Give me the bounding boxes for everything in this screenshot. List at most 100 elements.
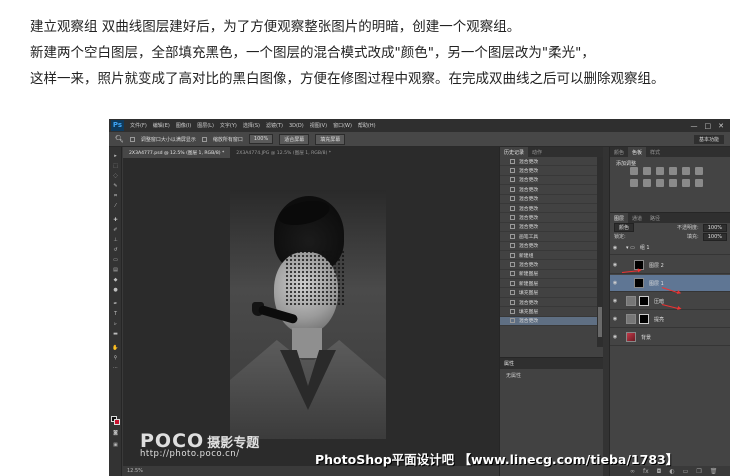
tab-styles[interactable]: 样式 (646, 147, 664, 157)
menu-type[interactable]: 文字(Y) (220, 122, 237, 129)
history-item[interactable]: 新建组 (500, 251, 597, 261)
visibility-eye-icon[interactable]: ◉ (610, 298, 620, 304)
eraser-tool-icon[interactable]: ▭ (112, 257, 119, 263)
history-item[interactable]: 混合更改 (500, 204, 597, 214)
quick-select-tool-icon[interactable]: ✎ (112, 183, 119, 189)
pen-tool-icon[interactable]: ✒ (112, 301, 119, 307)
trash-icon[interactable]: 🗑︎ (710, 468, 718, 475)
history-item[interactable]: 混合更改 (500, 176, 597, 186)
hue-icon[interactable] (695, 167, 703, 175)
zoom-all-checkbox[interactable] (201, 136, 207, 142)
opacity-input[interactable]: 100% (702, 223, 727, 232)
minimize-icon[interactable]: — (691, 122, 698, 130)
visibility-eye-icon[interactable]: ◉ (610, 334, 620, 340)
levels-icon[interactable] (643, 167, 651, 175)
history-item[interactable]: 混合更改 (500, 157, 597, 167)
layer-row[interactable]: ◉ 压暗 (610, 293, 730, 310)
menu-file[interactable]: 文件(F) (130, 122, 147, 129)
mask-icon[interactable]: ◘ (657, 468, 662, 475)
tab-history[interactable]: 历史记录 (500, 147, 529, 157)
shape-tool-icon[interactable]: ▬ (112, 331, 119, 337)
menu-edit[interactable]: 编辑(E) (153, 122, 170, 129)
menu-filter[interactable]: 滤镜(T) (266, 122, 283, 129)
history-item[interactable]: 混合更改 (500, 298, 597, 308)
actual-pixels-button[interactable]: 100% (248, 134, 274, 144)
menu-view[interactable]: 视图(V) (310, 122, 327, 129)
healing-tool-icon[interactable]: ✚ (112, 217, 119, 223)
menu-select[interactable]: 选择(S) (243, 122, 260, 129)
brush-tool-icon[interactable]: ✐ (112, 227, 119, 233)
tab-paths[interactable]: 路径 (646, 213, 664, 223)
color-swatches[interactable] (111, 416, 120, 425)
menu-help[interactable]: 帮助(H) (358, 122, 376, 129)
type-tool-icon[interactable]: T (112, 311, 119, 317)
tab-swatches[interactable]: 色板 (628, 147, 647, 157)
background-color-swatch[interactable] (114, 419, 120, 425)
history-item[interactable]: 混合更改 (500, 242, 597, 251)
menu-window[interactable]: 窗口(W) (333, 122, 352, 129)
black-white-icon[interactable] (643, 179, 651, 187)
close-icon[interactable]: ✕ (718, 122, 724, 130)
visibility-eye-icon[interactable]: ◉ (610, 316, 620, 322)
fill-input[interactable]: 100% (702, 232, 727, 241)
tab-channels[interactable]: 通道 (628, 213, 646, 223)
maximize-icon[interactable]: □ (705, 122, 712, 130)
stamp-tool-icon[interactable]: ⊥ (112, 237, 119, 243)
layer-row[interactable]: ◉ 背景 (610, 329, 730, 346)
blur-tool-icon[interactable]: ◆ (112, 277, 119, 283)
adjustment-layer-icon[interactable]: ◐ (669, 468, 674, 475)
fill-screen-button[interactable]: 填充屏幕 (315, 133, 346, 145)
canvas-area[interactable] (123, 158, 499, 476)
color-lookup-icon[interactable] (682, 179, 690, 187)
group-folder-icon[interactable]: ▾ ▭ (626, 245, 635, 251)
path-select-tool-icon[interactable]: ▹ (112, 321, 119, 327)
zoom-icon[interactable]: ⚲ (112, 355, 119, 361)
history-scroll-thumb[interactable] (598, 307, 602, 337)
history-item[interactable]: 混合更改 (500, 213, 597, 223)
hand-tool-icon[interactable]: ✋ (112, 345, 119, 351)
fx-icon[interactable]: fx (643, 468, 649, 475)
more-tools-icon[interactable]: ⋯ (112, 365, 119, 371)
menu-3d[interactable]: 3D(D) (289, 123, 304, 129)
move-tool-icon[interactable]: ▸ (112, 153, 119, 159)
blend-mode-select[interactable]: 颜色 (614, 223, 635, 232)
channel-mixer-icon[interactable] (669, 179, 677, 187)
history-item[interactable]: 画笔工具 (500, 232, 597, 242)
history-item[interactable]: 填充图层 (500, 307, 597, 317)
marquee-tool-icon[interactable]: ⬚ (112, 163, 119, 169)
history-item[interactable]: 新建图层 (500, 270, 597, 280)
color-balance-icon[interactable] (630, 179, 638, 187)
layer-mask-thumbnail[interactable] (639, 296, 649, 306)
quick-mask-icon[interactable]: ◙ (112, 430, 119, 436)
lasso-tool-icon[interactable]: ◌ (112, 173, 119, 179)
screen-mode-icon[interactable]: ▣ (112, 442, 119, 448)
fit-window-checkbox[interactable] (129, 136, 135, 142)
menu-image[interactable]: 图像(I) (176, 122, 191, 129)
link-icon[interactable]: ∞ (630, 468, 635, 475)
tab-document-1[interactable]: 2X3A4777.psd @ 12.5% (图层 1, RGB/8) * (123, 147, 231, 158)
new-layer-icon[interactable]: ❐ (696, 468, 701, 475)
menu-layer[interactable]: 图层(L) (197, 122, 214, 129)
history-item[interactable]: 混合更改 (500, 195, 597, 204)
visibility-eye-icon[interactable]: ◉ (610, 280, 620, 286)
tab-layers[interactable]: 图层 (610, 213, 629, 223)
invert-icon[interactable] (695, 179, 703, 187)
tab-actions[interactable]: 动作 (528, 147, 546, 157)
visibility-eye-icon[interactable]: ◉ (610, 262, 620, 268)
curves-icon[interactable] (656, 167, 664, 175)
gradient-tool-icon[interactable]: ▤ (112, 267, 119, 273)
tab-document-2[interactable]: 2X3A4774.JPG @ 12.5% (图层 1, RGB/8) * (230, 147, 337, 158)
photo-filter-icon[interactable] (656, 179, 664, 187)
properties-title[interactable]: 属性 (500, 358, 604, 369)
history-item[interactable]: 混合更改 (500, 260, 597, 270)
history-brush-tool-icon[interactable]: ↺ (112, 247, 119, 253)
workspace-select[interactable]: 基本功能 (693, 134, 724, 144)
visibility-eye-icon[interactable]: ◉ (610, 245, 620, 251)
layer-mask-thumbnail[interactable] (639, 314, 649, 324)
layer-row[interactable]: ◉ ▾ ▭ 组 1 (610, 241, 730, 255)
history-item[interactable]: 填充图层 (500, 288, 597, 298)
history-item[interactable]: 混合更改 (500, 316, 597, 327)
history-item[interactable]: 混合更改 (500, 223, 597, 233)
eyedropper-tool-icon[interactable]: ⁄ (112, 203, 119, 209)
history-item[interactable]: 新建图层 (500, 279, 597, 289)
